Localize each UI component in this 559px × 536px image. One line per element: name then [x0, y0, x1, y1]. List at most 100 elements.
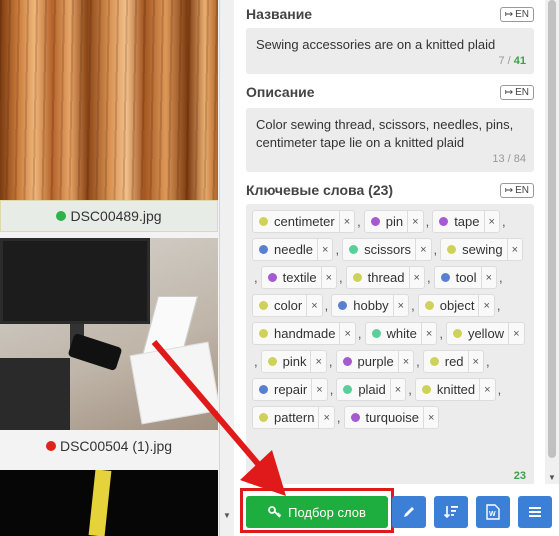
keyword-tag[interactable]: purple ×	[335, 350, 415, 373]
keywords-translate-button[interactable]: ↦ EN	[499, 182, 534, 198]
panel-scrollbar-thumb[interactable]	[548, 0, 556, 458]
keyword-remove-icon[interactable]: ×	[467, 351, 483, 372]
keyword-label: hobby	[353, 298, 389, 313]
keyword-remove-icon[interactable]: ×	[310, 351, 325, 372]
keyword-remove-icon[interactable]: ×	[480, 267, 496, 288]
export-word-button[interactable]: W	[476, 496, 510, 528]
keyword-tag[interactable]: textile ×	[260, 266, 338, 289]
keyword-tag-list: centimeter ×, pin ×, tape ×, needle ×, scissors ×…	[252, 210, 528, 429]
keyword-tag[interactable]: object ×	[417, 294, 495, 317]
keyword-remove-icon[interactable]: ×	[508, 323, 523, 344]
keyword-remove-icon[interactable]: ×	[408, 267, 424, 288]
keyword-remove-icon[interactable]: ×	[311, 379, 326, 400]
keyword-tag[interactable]: red ×	[422, 350, 484, 373]
keyword-tag[interactable]: centimeter ×	[252, 210, 356, 233]
keyword-remove-icon[interactable]: ×	[392, 295, 408, 316]
keyword-tag[interactable]: scissors ×	[342, 238, 432, 261]
keyword-remove-icon[interactable]: ×	[420, 323, 436, 344]
keyword-label: yellow	[467, 326, 505, 341]
keyword-tag[interactable]: turquoise ×	[343, 406, 440, 429]
description-translate-button[interactable]: ↦ EN	[499, 84, 534, 100]
keyword-label: color	[274, 298, 303, 313]
keyword-remove-icon[interactable]: ×	[506, 239, 522, 260]
pick-words-button[interactable]: Подбор слов	[246, 496, 388, 528]
sort-button[interactable]	[434, 496, 468, 528]
keyword-tag[interactable]: handmade ×	[252, 322, 356, 345]
keyword-remove-icon[interactable]: ×	[320, 267, 336, 288]
thumbnail-list: DSC00489.jpg DSC00504 (1).jpg	[0, 0, 220, 536]
keyword-remove-icon[interactable]: ×	[478, 295, 493, 316]
keyword-tag[interactable]: needle ×	[252, 238, 334, 261]
thumbnail-image-wood[interactable]	[0, 0, 218, 200]
keyword-separator: ,	[329, 382, 334, 397]
description-lang-label: EN	[515, 86, 529, 98]
keywords-lang-label: EN	[515, 184, 529, 196]
translate-arrow-icon: ↦	[504, 184, 514, 196]
keyword-remove-icon[interactable]: ×	[339, 323, 354, 344]
keyword-tag[interactable]: pin ×	[363, 210, 424, 233]
keyword-remove-icon[interactable]: ×	[483, 211, 499, 232]
keywords-section-header: Ключевые слова (23) ↦ EN	[246, 182, 534, 198]
keyword-remove-icon[interactable]: ×	[317, 239, 332, 260]
keywords-box[interactable]: centimeter ×, pin ×, tape ×, needle ×, scissors ×…	[246, 204, 534, 484]
keyword-tag[interactable]: white ×	[364, 322, 438, 345]
title-counter-sep: /	[504, 55, 514, 67]
thumbnail-scrollbar[interactable]: ▼	[220, 0, 234, 536]
keyword-color-dot-icon	[440, 273, 450, 282]
thumbnail-caption[interactable]: DSC00489.jpg	[0, 200, 218, 232]
keyword-separator: ,	[339, 270, 343, 285]
keyword-color-dot-icon	[371, 329, 381, 338]
keyword-tag[interactable]: knitted ×	[414, 378, 496, 401]
keyword-remove-icon[interactable]: ×	[407, 211, 422, 232]
keyword-tag[interactable]: yellow ×	[445, 322, 525, 345]
bottom-toolbar: Подбор слов W	[236, 484, 559, 536]
keyword-separator: ,	[426, 270, 431, 285]
keyword-remove-icon[interactable]: ×	[397, 351, 413, 372]
description-field[interactable]: Color sewing thread, scissors, needles, …	[246, 108, 534, 172]
notebook-shape	[129, 341, 218, 425]
keyword-remove-icon[interactable]: ×	[306, 295, 321, 316]
keyword-label: knitted	[436, 382, 476, 397]
keyword-separator: ,	[336, 410, 341, 425]
keyword-tag[interactable]: pink ×	[260, 350, 327, 373]
thumbnail-image-desk[interactable]	[0, 238, 218, 430]
keyword-remove-icon[interactable]: ×	[479, 379, 494, 400]
keyword-separator: ,	[416, 354, 420, 369]
keyword-tag[interactable]: color ×	[252, 294, 323, 317]
keyword-tag[interactable]: pattern ×	[252, 406, 335, 429]
thumbnail-caption[interactable]: DSC00504 (1).jpg	[0, 430, 218, 462]
panel-scrollbar[interactable]: ▼	[545, 0, 559, 484]
keyword-color-dot-icon	[338, 301, 348, 310]
keyword-tag[interactable]: sewing ×	[440, 238, 524, 261]
keyword-label: pin	[385, 214, 404, 229]
keyword-remove-icon[interactable]: ×	[423, 407, 438, 428]
title-translate-button[interactable]: ↦ EN	[499, 6, 534, 22]
title-counter-total: 41	[513, 55, 526, 67]
keyword-remove-icon[interactable]: ×	[338, 211, 354, 232]
keyword-tag[interactable]: repair ×	[252, 378, 328, 401]
keyword-tag[interactable]: tape ×	[432, 210, 500, 233]
keywords-count: 23	[513, 470, 526, 482]
sort-icon	[443, 506, 458, 519]
keyword-remove-icon[interactable]: ×	[389, 379, 405, 400]
keyword-separator: ,	[496, 298, 501, 313]
keyword-label: thread	[367, 270, 405, 285]
keyword-remove-icon[interactable]: ×	[318, 407, 333, 428]
scroll-down-arrow-icon[interactable]: ▼	[548, 473, 556, 482]
keyword-tag[interactable]: hobby ×	[331, 294, 410, 317]
keyword-tag[interactable]: plaid ×	[336, 378, 407, 401]
thumbnail-image-dark[interactable]	[0, 470, 218, 536]
keyword-separator: ,	[357, 214, 361, 229]
translate-arrow-icon: ↦	[504, 86, 514, 98]
menu-button[interactable]	[518, 496, 552, 528]
pencil-icon	[404, 507, 414, 517]
keyword-color-dot-icon	[424, 301, 434, 310]
keyword-separator: ,	[357, 326, 362, 341]
title-field[interactable]: Sewing accessories are on a knitted plai…	[246, 28, 534, 74]
scroll-down-arrow-icon[interactable]: ▼	[223, 511, 231, 520]
keyword-remove-icon[interactable]: ×	[415, 239, 430, 260]
keyword-separator: ,	[439, 326, 443, 341]
keyword-tag[interactable]: thread ×	[345, 266, 425, 289]
edit-button[interactable]	[392, 496, 426, 528]
keyword-tag[interactable]: tool ×	[433, 266, 497, 289]
